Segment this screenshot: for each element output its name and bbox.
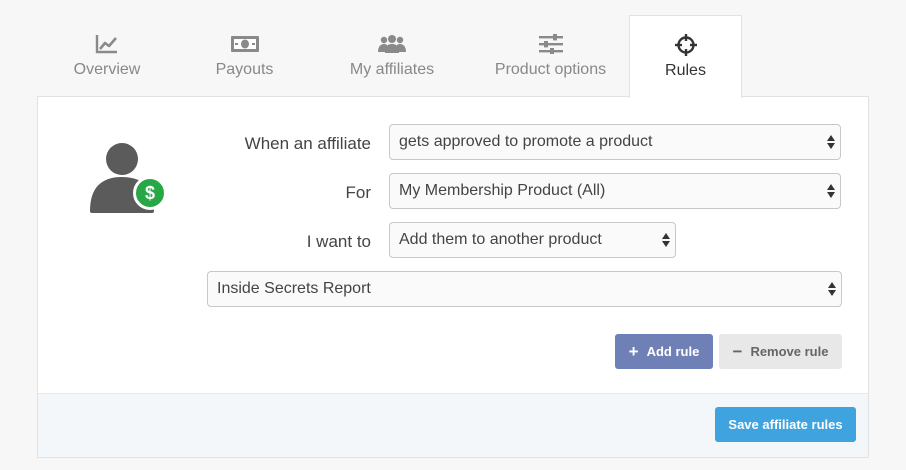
save-label: Save affiliate rules <box>728 417 843 432</box>
product-select[interactable]: My Membership Product (All) <box>389 173 841 209</box>
affiliate-avatar: $ <box>90 139 170 213</box>
select-arrows-icon <box>828 282 836 296</box>
money-icon <box>230 33 260 55</box>
add-rule-button[interactable]: + Add rule <box>615 334 713 369</box>
minus-icon: − <box>732 342 743 361</box>
tab-label: Payouts <box>215 61 274 78</box>
trigger-select[interactable]: gets approved to promote a product <box>389 124 841 160</box>
select-arrows-icon <box>662 233 670 247</box>
rules-panel: $ When an affiliate gets approved to pro… <box>37 96 869 458</box>
remove-rule-label: Remove rule <box>750 344 829 359</box>
line-chart-icon <box>95 33 119 55</box>
action-label: I want to <box>306 232 371 251</box>
tab-overview[interactable]: Overview <box>37 15 177 97</box>
users-icon <box>377 33 407 55</box>
action-select[interactable]: Add them to another product <box>389 222 676 258</box>
tab-rules[interactable]: Rules <box>629 15 742 98</box>
action-select-value: Add them to another product <box>399 231 602 248</box>
target-select-value: Inside Secrets Report <box>217 280 371 297</box>
tab-my-affiliates[interactable]: My affiliates <box>312 15 472 97</box>
sliders-icon <box>538 33 564 55</box>
trigger-label: When an affiliate <box>244 134 371 153</box>
select-arrows-icon <box>827 184 835 198</box>
tab-payouts[interactable]: Payouts <box>177 15 312 97</box>
for-label: For <box>345 183 372 202</box>
tab-label: Overview <box>73 61 141 78</box>
tab-label: My affiliates <box>349 61 435 78</box>
trigger-select-value: gets approved to promote a product <box>399 133 653 150</box>
add-rule-label: Add rule <box>646 344 700 359</box>
tab-label: Rules <box>665 62 706 79</box>
product-select-value: My Membership Product (All) <box>399 182 606 199</box>
crosshairs-icon <box>674 34 698 56</box>
save-affiliate-rules-button[interactable]: Save affiliate rules <box>715 407 856 442</box>
tab-bar: Overview Payouts My affiliates Product o… <box>37 15 869 98</box>
tab-product-options[interactable]: Product options <box>472 15 629 97</box>
select-arrows-icon <box>827 135 835 149</box>
badge-label: $ <box>144 182 155 203</box>
target-product-select[interactable]: Inside Secrets Report <box>207 271 842 307</box>
plus-icon: + <box>628 342 639 361</box>
remove-rule-button[interactable]: − Remove rule <box>719 334 842 369</box>
tab-label: Product options <box>494 61 607 78</box>
panel-footer: Save affiliate rules <box>38 393 868 457</box>
dollar-badge-icon: $ <box>133 176 167 210</box>
